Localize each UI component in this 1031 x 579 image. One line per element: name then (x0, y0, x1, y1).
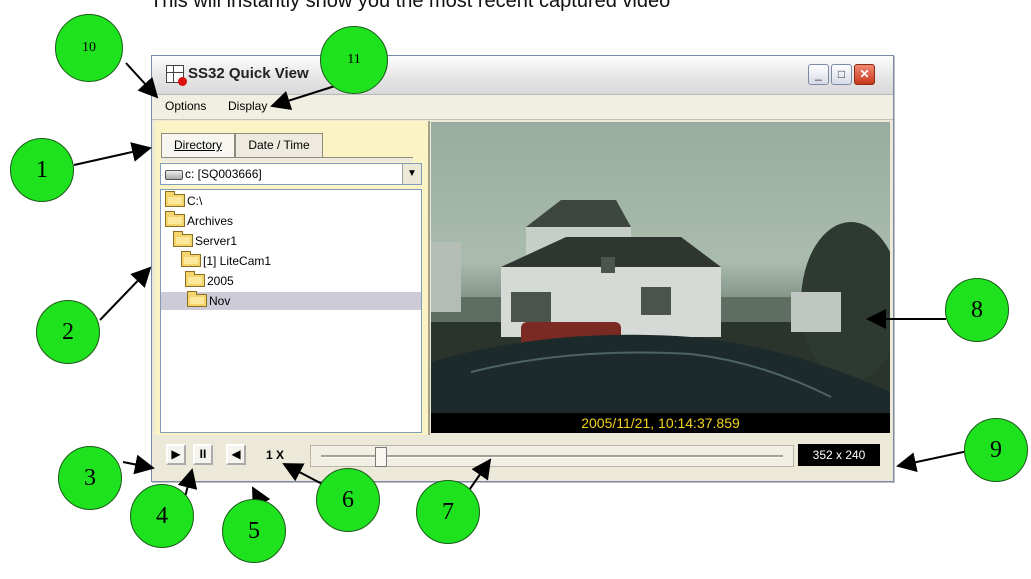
callout-5: 5 (222, 499, 286, 563)
callout-7: 7 (416, 480, 480, 544)
menu-display[interactable]: Display (228, 99, 267, 113)
callout-4: 4 (130, 484, 194, 548)
step-back-button[interactable]: ◀ (226, 444, 246, 465)
menu-options[interactable]: Options (165, 99, 206, 113)
maximize-button[interactable]: □ (831, 64, 852, 85)
slider-thumb[interactable] (375, 447, 387, 467)
tree-item-2005[interactable]: 2005 (185, 271, 234, 290)
menu-bar: Options Display (152, 95, 893, 120)
tree-item-server1[interactable]: Server1 (173, 231, 237, 250)
callout-8: 8 (945, 278, 1009, 342)
callout-3: 3 (58, 446, 122, 510)
drive-select[interactable]: c: [SQ003666] ▼ (160, 163, 422, 185)
app-icon (166, 65, 187, 86)
tree-item-litecam1[interactable]: [1] LiteCam1 (181, 251, 271, 270)
folder-icon (187, 291, 207, 308)
arrow-2 (99, 266, 152, 321)
tab-strip (161, 157, 413, 162)
left-pane: Directory Date / Time c: [SQ003666] ▼ C:… (155, 121, 430, 435)
speed-indicator: 1 X (266, 448, 285, 462)
close-button[interactable]: ✕ (854, 64, 875, 85)
resolution-label: 352 x 240 (798, 444, 880, 466)
pause-button[interactable]: II (193, 444, 213, 465)
title-bar[interactable]: SS32 Quick View _ □ ✕ (152, 56, 893, 95)
folder-icon (185, 271, 205, 288)
folder-icon (181, 251, 201, 268)
tree-item-archives[interactable]: Archives (165, 211, 233, 230)
slider-groove (321, 455, 783, 458)
caption-text: This will instantly show you the most re… (150, 0, 671, 12)
folder-tree[interactable]: C:\ Archives Server1 [1] LiteCam1 2005 N… (160, 189, 422, 433)
arrow-9 (896, 450, 969, 473)
tree-item-nov[interactable]: Nov (161, 291, 421, 310)
quick-view-window: SS32 Quick View _ □ ✕ Options Display Di… (151, 55, 894, 482)
tree-item-c[interactable]: C:\ (165, 191, 202, 210)
minimize-button[interactable]: _ (808, 64, 829, 85)
position-slider[interactable] (310, 445, 794, 467)
timestamp-overlay: 2005/11/21, 10:14:37.859 (431, 413, 890, 433)
tab-directory[interactable]: Directory (161, 133, 235, 157)
folder-icon (173, 231, 193, 248)
playback-controls: ▶ II ◀ 1 X 352 x 240 (152, 436, 893, 481)
video-frame (431, 200, 890, 433)
folder-icon (165, 191, 185, 208)
tab-date-time[interactable]: Date / Time (235, 133, 323, 157)
chevron-down-icon[interactable]: ▼ (402, 164, 421, 184)
callout-2: 2 (36, 300, 100, 364)
window-title: SS32 Quick View (188, 65, 309, 82)
arrow-3 (122, 454, 155, 475)
video-display[interactable]: 2005/11/21, 10:14:37.859 (431, 122, 890, 433)
arrow-1 (73, 142, 152, 166)
callout-1: 1 (10, 138, 74, 202)
callout-11: 11 (320, 26, 388, 94)
drive-label: c: [SQ003666] (185, 167, 262, 181)
drive-icon (165, 170, 183, 180)
callout-9: 9 (964, 418, 1028, 482)
play-button[interactable]: ▶ (166, 444, 186, 465)
folder-icon (165, 211, 185, 228)
callout-6: 6 (316, 468, 380, 532)
callout-10: 10 (55, 14, 123, 82)
